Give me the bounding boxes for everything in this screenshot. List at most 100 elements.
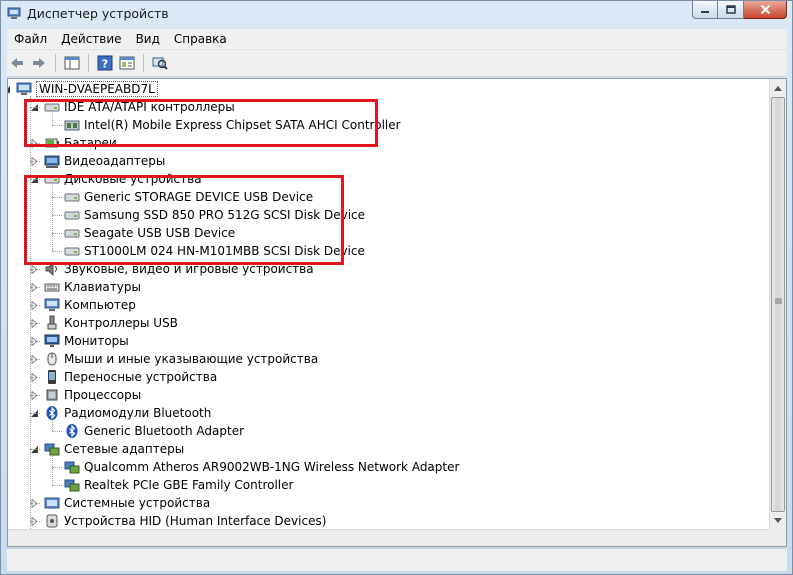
tree-connector-horizontal <box>30 395 40 396</box>
svg-text:?: ? <box>102 58 108 71</box>
menu-bar: Файл Действие Вид Справка <box>7 29 787 50</box>
usb-icon <box>47 315 57 330</box>
forward-button[interactable] <box>29 53 49 73</box>
menu-action[interactable]: Действие <box>54 29 128 49</box>
tree-connector-horizontal <box>30 305 40 306</box>
toolbar-separator <box>88 54 89 72</box>
collapse-triangle-icon[interactable] <box>7 85 11 94</box>
monitor-icon <box>44 334 60 347</box>
tree-connector-horizontal <box>30 503 40 504</box>
tree-node-label: Процессоры <box>64 388 142 402</box>
status-bar <box>7 548 787 571</box>
mouse-icon <box>47 352 57 366</box>
vertical-scroll-thumb[interactable] <box>771 97 785 512</box>
device-manager-window: Диспетчер устройств Файл Действие Вид Сп… <box>0 0 793 575</box>
arrow-up-icon <box>774 85 782 91</box>
tree-category[interactable]: Сетевые адаптеры <box>8 440 768 458</box>
tree-category[interactable]: Системные устройства <box>8 494 768 512</box>
tree-connector-horizontal <box>30 269 40 270</box>
tree-connector-horizontal <box>30 161 40 162</box>
tree-connector-horizontal <box>30 449 40 450</box>
tree-connector-vertical <box>52 456 53 485</box>
tree-connector-horizontal <box>30 323 40 324</box>
bluetooth-item-icon <box>66 424 78 438</box>
tree-category[interactable]: Устройства HID (Human Interface Devices) <box>8 512 768 530</box>
tree-category[interactable]: Переносные устройства <box>8 368 768 386</box>
system-device-icon <box>44 497 60 509</box>
toolbar-separator <box>143 54 144 72</box>
tree-connector-horizontal <box>30 413 40 414</box>
tree-node-label: Радиомодули Bluetooth <box>64 406 212 420</box>
minimize-icon <box>701 10 709 13</box>
hid-icon <box>46 514 58 528</box>
scrollbar-corner <box>769 529 786 546</box>
horizontal-scrollbar[interactable] <box>8 529 769 546</box>
tree-connector-horizontal <box>30 359 40 360</box>
console-tree-button[interactable] <box>62 53 82 73</box>
scroll-down-button[interactable] <box>770 512 786 529</box>
grip-icon <box>775 298 782 304</box>
device-tree-panel: WIN-DVAEPEABD7L IDE ATA/ATAPI контроллеры… <box>7 78 787 547</box>
bluetooth-icon <box>46 406 58 420</box>
tree-connector-horizontal <box>52 467 62 468</box>
tree-connector-horizontal <box>30 287 40 288</box>
forward-arrow-icon <box>33 58 45 68</box>
back-arrow-icon <box>11 58 23 68</box>
tree-node-label: Переносные устройства <box>64 370 218 384</box>
back-button[interactable] <box>7 53 27 73</box>
tree-node-label: Сетевые адаптеры <box>64 442 185 456</box>
tree-connector-horizontal <box>30 377 40 378</box>
help-icon: ? <box>97 55 113 71</box>
vertical-scrollbar[interactable] <box>769 79 786 529</box>
tree-device-item[interactable]: Qualcomm Atheros AR9002WB-1NG Wireless N… <box>8 458 768 476</box>
network-item-icon <box>64 461 80 474</box>
tree-connector-horizontal <box>30 341 40 342</box>
computer-root-icon <box>16 82 32 95</box>
keyboard-icon <box>44 283 60 292</box>
tree-node-label: Устройства HID (Human Interface Devices) <box>64 514 327 528</box>
highlight-box-disks <box>24 175 344 265</box>
tree-node-label: Мониторы <box>64 334 129 348</box>
tree-category[interactable]: Клавиатуры <box>8 278 768 296</box>
highlight-box-ide <box>24 99 378 147</box>
menu-help[interactable]: Справка <box>167 29 234 49</box>
menu-file[interactable]: Файл <box>7 29 54 49</box>
tree-device-item[interactable]: Realtek PCIe GBE Family Controller <box>8 476 768 494</box>
tree-device-item[interactable]: Generic Bluetooth Adapter <box>8 422 768 440</box>
tree-category[interactable]: Мыши и иные указывающие устройства <box>8 350 768 368</box>
close-icon <box>760 4 770 15</box>
properties-button[interactable] <box>117 53 137 73</box>
tree-category[interactable]: Контроллеры USB <box>8 314 768 332</box>
window-title: Диспетчер устройств <box>27 6 169 21</box>
tree-category[interactable]: Компьютер <box>8 296 768 314</box>
scan-hardware-button[interactable] <box>150 53 170 73</box>
window-controls <box>692 1 787 20</box>
tree-category[interactable]: Процессоры <box>8 386 768 404</box>
maximize-button[interactable] <box>718 1 744 19</box>
tree-root[interactable]: WIN-DVAEPEABD7L <box>8 80 768 98</box>
tree-node-label: Системные устройства <box>64 496 211 510</box>
tree-node-label: Realtek PCIe GBE Family Controller <box>84 478 294 492</box>
scroll-up-button[interactable] <box>770 79 786 96</box>
minimize-button[interactable] <box>692 1 718 19</box>
network-item-icon <box>64 479 80 492</box>
tree-node-label: Qualcomm Atheros AR9002WB-1NG Wireless N… <box>84 460 460 474</box>
close-button[interactable] <box>744 1 787 19</box>
tree-category[interactable]: Видеоадаптеры <box>8 152 768 170</box>
tree-node-label: Контроллеры USB <box>64 316 178 330</box>
tree-connector-vertical <box>30 96 31 539</box>
help-button[interactable]: ? <box>95 53 115 73</box>
title-bar[interactable]: Диспетчер устройств <box>1 1 792 27</box>
tree-node-label: Видеоадаптеры <box>64 154 166 168</box>
toolbar-separator <box>55 54 56 72</box>
toolbar: ? <box>7 50 787 77</box>
tree-node-label: Generic Bluetooth Adapter <box>84 424 245 438</box>
menu-view[interactable]: Вид <box>129 29 167 49</box>
tree-connector-horizontal <box>30 521 40 522</box>
tree-node-label: Мыши и иные указывающие устройства <box>64 352 319 366</box>
portable-device-icon <box>48 370 56 384</box>
tree-category[interactable]: Мониторы <box>8 332 768 350</box>
network-adapter-icon <box>44 443 60 456</box>
tree-category[interactable]: Радиомодули Bluetooth <box>8 404 768 422</box>
tree-node-label: Компьютер <box>64 298 136 312</box>
